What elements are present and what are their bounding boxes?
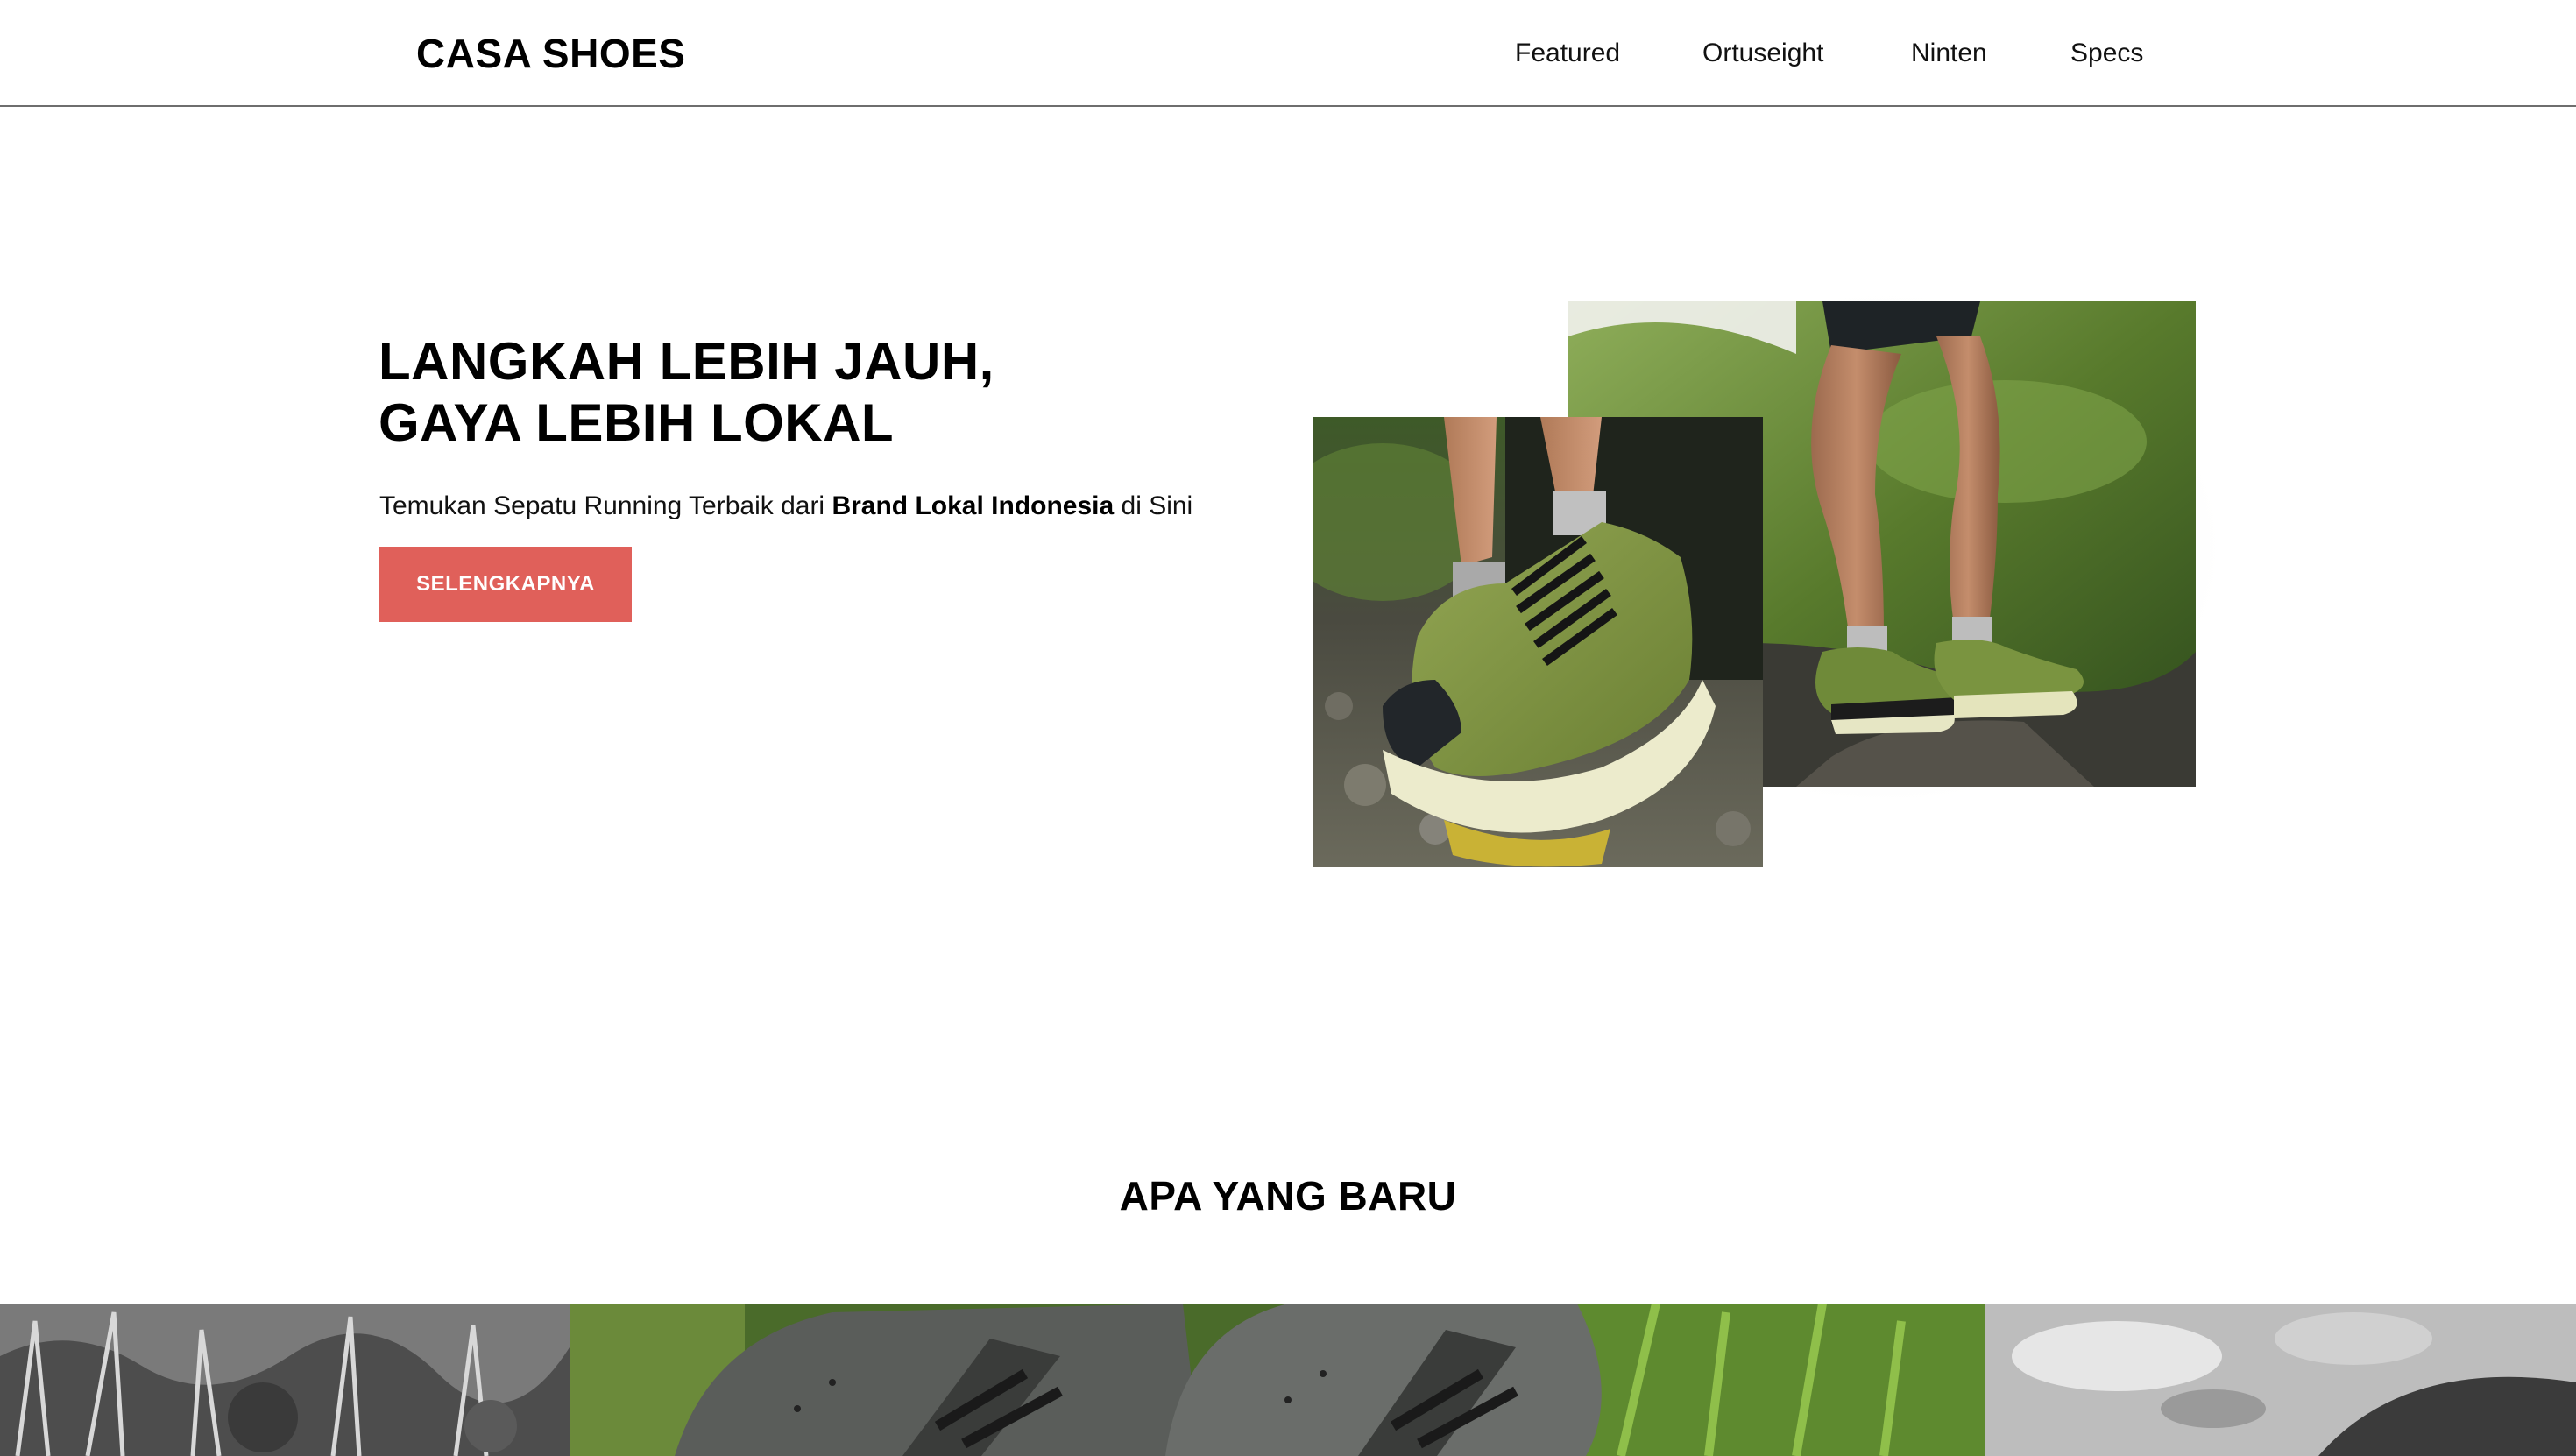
new-arrivals-title: APA YANG BARU [1119,1173,1457,1219]
site-header: CASA SHOES Featured Ortuseight Ninten Sp… [0,0,2576,107]
hero-title-line-2: GAYA LEBIH LOKAL [379,393,895,452]
hero-title-line-1: LANGKAH LEBIH JAUH, [379,332,994,391]
green-trail-shoe-closeup-photo [1313,417,1763,867]
hero-subtitle: Temukan Sepatu Running Terbaik dari Bran… [379,487,1256,526]
product-tile-gray-running-shoes[interactable] [570,1304,1985,1456]
hero-subtitle-suffix: di Sini [1114,491,1193,520]
product-tile-grayscale-grass[interactable] [0,1304,570,1456]
selengkapnya-button[interactable]: SELENGKAPNYA [379,547,632,622]
hero-subtitle-text: Temukan Sepatu Running Terbaik dari [379,491,832,520]
hero-title: LANGKAH LEBIH JAUH, GAYA LEBIH LOKAL [379,331,1150,454]
product-tile-grayscale-foliage[interactable] [1985,1304,2576,1456]
nav-link-specs[interactable]: Specs [2070,33,2143,74]
hero-subtitle-highlight: Brand Lokal Indonesia [832,491,1115,520]
brand-logo[interactable]: CASA SHOES [416,25,685,82]
nav-link-ortuseight[interactable]: Ortuseight [1702,33,1823,74]
nav-link-featured[interactable]: Featured [1515,33,1620,74]
nav-link-ninten[interactable]: Ninten [1911,33,1987,74]
new-arrivals-image-strip [0,1304,2576,1456]
